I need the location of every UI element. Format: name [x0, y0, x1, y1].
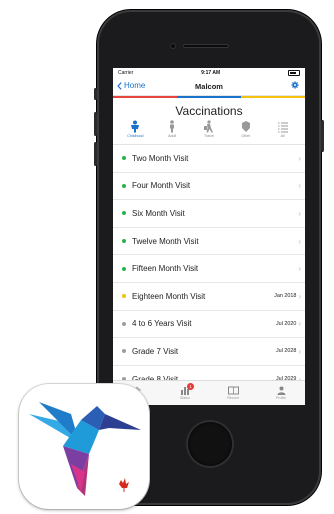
visit-label: Two Month Visit — [132, 153, 189, 163]
visit-label: Twelve Month Visit — [132, 236, 199, 246]
tabbar-label: Profile — [275, 396, 287, 400]
volume-up-button — [94, 112, 97, 136]
battery-icon — [288, 70, 300, 76]
category-tabs: Childhood Adult Travel Other All — [113, 118, 305, 144]
visit-row[interactable]: Eighteen Month Visit Jan 2018 › — [113, 283, 305, 311]
chevron-right-icon: › — [298, 264, 301, 274]
chevron-right-icon: › — [298, 346, 301, 356]
tab-label: All — [280, 134, 285, 138]
clock-label: 9:17 AM — [201, 70, 221, 76]
settings-button[interactable] — [291, 81, 299, 91]
visit-label: Four Month Visit — [132, 181, 191, 191]
nav-bar: Home Malcom — [113, 78, 305, 96]
tab-other[interactable]: Other — [231, 120, 261, 144]
chevron-right-icon: › — [298, 153, 301, 163]
back-label: Home — [124, 81, 146, 90]
hummingbird-logo-icon — [29, 402, 141, 496]
carrier-label: Carrier — [118, 70, 134, 76]
color-segment — [113, 96, 177, 98]
status-bar: Carrier 9:17 AM — [113, 68, 305, 78]
status-dot-icon — [122, 183, 126, 188]
visit-label: Fifteen Month Visit — [132, 264, 199, 274]
status-dot-icon — [122, 239, 126, 244]
visit-label: Six Month Visit — [132, 208, 185, 218]
chevron-right-icon: › — [298, 208, 301, 218]
home-button[interactable] — [188, 422, 232, 466]
tab-label: Adult — [168, 134, 177, 138]
mute-switch — [94, 88, 97, 100]
chevron-left-icon — [117, 81, 122, 90]
profile-icon — [277, 386, 285, 395]
camera-icon — [170, 43, 176, 49]
chevron-right-icon: › — [298, 181, 301, 191]
status-badge: 1 — [187, 383, 194, 390]
status-dot-icon — [122, 349, 126, 354]
visit-list: Two Month Visit › Four Month Visit › Six Mon… — [113, 144, 305, 394]
visit-row[interactable]: Grade 7 Visit Jul 2028 › — [113, 338, 305, 366]
gear-icon — [291, 81, 299, 89]
tab-all[interactable]: All — [268, 120, 298, 144]
visit-label: 4 to 6 Years Visit — [132, 319, 192, 329]
visit-row[interactable]: Fifteen Month Visit › — [113, 255, 305, 283]
chevron-right-icon: › — [298, 319, 301, 329]
volume-down-button — [94, 142, 97, 166]
tabbar-label: Status — [179, 396, 191, 400]
color-segment — [177, 96, 241, 98]
tab-travel[interactable]: Travel — [194, 120, 224, 144]
tab-label: Childhood — [127, 134, 144, 138]
list-icon — [277, 122, 288, 132]
tab-label: Travel — [204, 134, 214, 138]
status-dot-icon — [122, 156, 126, 161]
tab-childhood[interactable]: Childhood — [120, 120, 150, 144]
color-segment — [241, 96, 305, 98]
status-dot-icon — [122, 266, 126, 271]
tabbar-label: Record — [227, 396, 239, 400]
child-icon — [131, 120, 140, 133]
back-button[interactable]: Home — [117, 81, 145, 90]
power-button — [321, 120, 324, 152]
visit-row[interactable]: 4 to 6 Years Visit Jul 2020 › — [113, 311, 305, 339]
record-icon — [227, 386, 239, 395]
chevron-right-icon: › — [298, 291, 301, 301]
tab-adult[interactable]: Adult — [157, 120, 187, 144]
brand-color-bar — [113, 96, 305, 98]
app-screen: Carrier 9:17 AM Home Malcom Vaccinations… — [113, 68, 305, 405]
other-icon — [241, 121, 250, 132]
visit-row[interactable]: Six Month Visit › — [113, 200, 305, 228]
app-icon[interactable] — [19, 384, 149, 509]
adult-icon — [170, 120, 175, 133]
visit-label: Grade 7 Visit — [132, 346, 179, 356]
visit-date: Jul 2020 — [275, 320, 297, 327]
visit-row[interactable]: Twelve Month Visit › — [113, 228, 305, 256]
travel-icon — [203, 120, 213, 133]
page-title: Malcom — [195, 82, 223, 91]
visit-row[interactable]: Four Month Visit › — [113, 173, 305, 201]
tabbar-profile[interactable]: Profile — [264, 386, 298, 400]
tabbar-status[interactable]: 1 Status — [168, 383, 202, 400]
speaker-grille — [183, 44, 229, 48]
visit-row[interactable]: Two Month Visit › — [113, 145, 305, 173]
visit-label: Eighteen Month Visit — [132, 291, 206, 301]
tabbar-record[interactable]: Record — [216, 386, 250, 400]
status-dot-icon — [122, 294, 126, 299]
chevron-right-icon: › — [298, 236, 301, 246]
section-title: Vaccinations — [175, 104, 243, 118]
visit-date: Jan 2018 — [274, 293, 297, 300]
status-dot-icon — [122, 321, 126, 326]
visit-date: Jul 2028 — [275, 348, 297, 355]
status-dot-icon — [122, 211, 126, 216]
tab-label: Other — [241, 134, 251, 138]
